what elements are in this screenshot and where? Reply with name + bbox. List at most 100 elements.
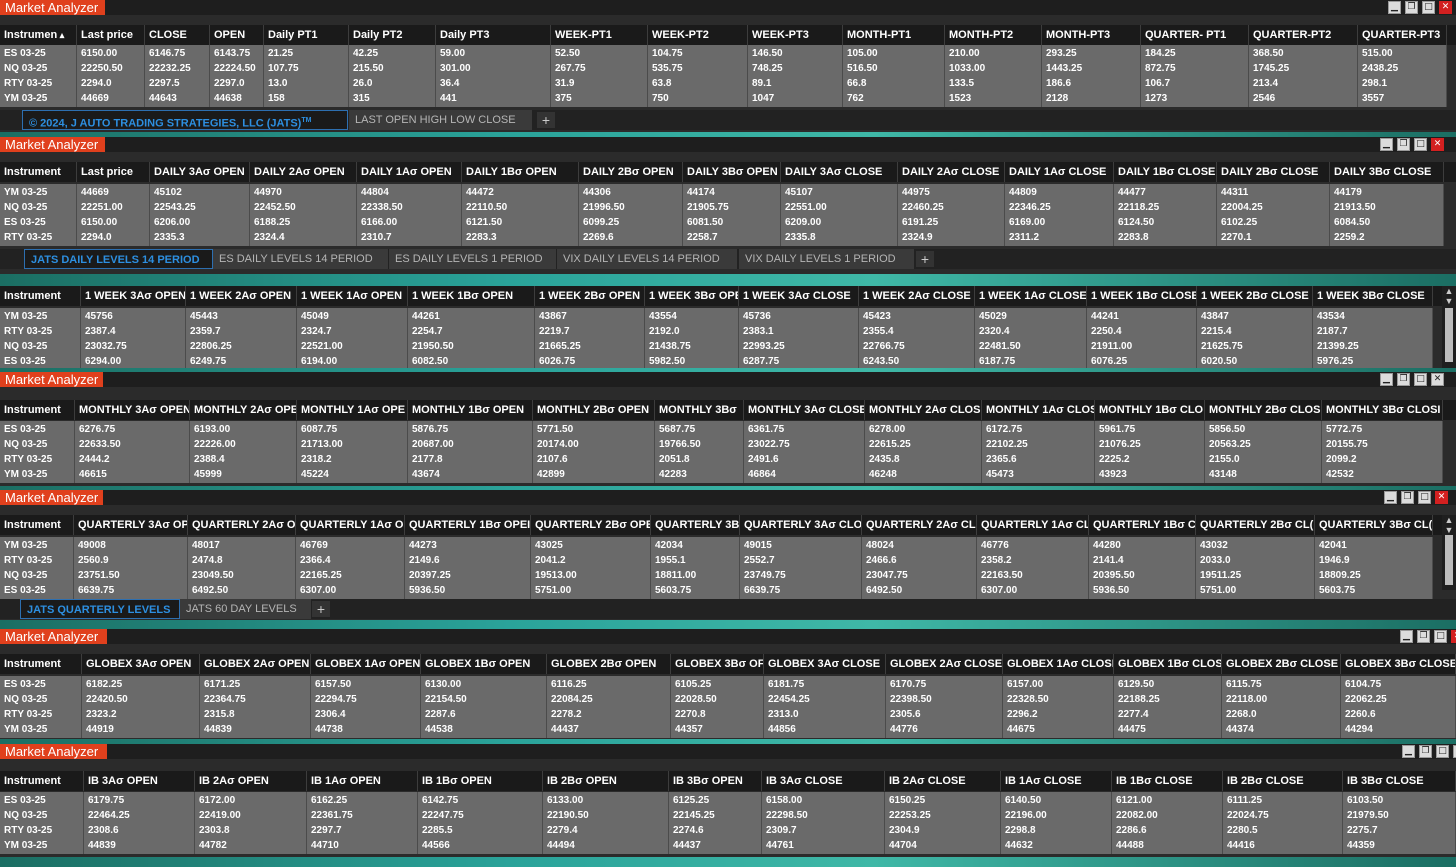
value-cell[interactable]: 516.50 (843, 61, 944, 76)
value-cell[interactable]: 6639.75 (740, 583, 861, 598)
value-cell[interactable]: 45049 (297, 309, 407, 324)
value-cell[interactable]: 375 (551, 91, 647, 106)
value-cell[interactable]: 44839 (200, 722, 310, 737)
value-cell[interactable]: 6150.00 (77, 46, 144, 61)
value-cell[interactable]: 515.00 (1358, 46, 1446, 61)
value-cell[interactable]: 22298.50 (762, 808, 884, 823)
value-cell[interactable]: 2192.0 (645, 324, 738, 339)
value-cell[interactable]: 21076.25 (1095, 437, 1204, 452)
add-tab-button[interactable]: + (312, 601, 330, 617)
value-cell[interactable]: 49015 (740, 538, 861, 553)
value-cell[interactable]: 2258.7 (683, 230, 780, 245)
sort-asc-icon[interactable]: ▴ (57, 30, 65, 40)
value-cell[interactable]: 872.75 (1141, 61, 1248, 76)
value-cell[interactable]: 44704 (885, 838, 1000, 853)
value-cell[interactable]: 2310.7 (357, 230, 461, 245)
value-cell[interactable]: 22163.50 (977, 568, 1088, 583)
column-header[interactable]: DAILY 2Bσ CLOSE (1217, 162, 1330, 182)
value-cell[interactable]: 184.25 (1141, 46, 1248, 61)
value-cell[interactable]: 6294.00 (81, 354, 185, 368)
value-cell[interactable]: 6020.50 (1197, 354, 1312, 368)
value-cell[interactable]: 44632 (1001, 838, 1111, 853)
value-cell[interactable]: 6172.00 (195, 793, 306, 808)
column-header[interactable]: GLOBEX 3Bσ CLOSE (1341, 654, 1456, 674)
value-cell[interactable]: 6243.50 (859, 354, 974, 368)
instrument-cell[interactable]: RTY 03-25 (0, 553, 73, 568)
value-cell[interactable]: 2294.0 (77, 76, 144, 91)
value-cell[interactable]: 2259.2 (1330, 230, 1443, 245)
value-cell[interactable]: 22110.50 (462, 200, 578, 215)
value-cell[interactable]: 2313.0 (764, 707, 885, 722)
value-cell[interactable]: 21979.50 (1343, 808, 1455, 823)
value-cell[interactable]: 20687.00 (408, 437, 532, 452)
value-cell[interactable]: 5771.50 (533, 422, 654, 437)
value-cell[interactable]: 6143.75 (210, 46, 263, 61)
value-cell[interactable]: 2033.0 (1196, 553, 1314, 568)
value-cell[interactable]: 6158.00 (762, 793, 884, 808)
value-cell[interactable]: 22419.00 (195, 808, 306, 823)
value-cell[interactable]: 2270.8 (671, 707, 763, 722)
column-header[interactable]: DAILY 2Aσ OPEN (250, 162, 357, 182)
column-header[interactable]: Instrument (0, 515, 74, 535)
column-header[interactable]: MONTHLY 1Bσ OPEN (408, 400, 533, 420)
value-cell[interactable]: 1745.25 (1249, 61, 1357, 76)
value-cell[interactable]: 2298.8 (1001, 823, 1111, 838)
value-cell[interactable]: 22024.75 (1223, 808, 1342, 823)
value-cell[interactable]: 2269.6 (579, 230, 682, 245)
restore-icon[interactable]: ❐ (1419, 745, 1432, 758)
value-cell[interactable]: 6150.00 (77, 215, 149, 230)
value-cell[interactable]: 44566 (418, 838, 542, 853)
column-header[interactable]: MONTH-PT2 (945, 25, 1042, 45)
value-cell[interactable]: 44669 (77, 185, 149, 200)
value-cell[interactable]: 105.00 (843, 46, 944, 61)
value-cell[interactable]: 2041.2 (531, 553, 650, 568)
value-cell[interactable]: 44179 (1330, 185, 1443, 200)
workspace-tab[interactable]: ES DAILY LEVELS 1 PERIOD (389, 249, 556, 269)
close-icon[interactable]: ✕ (1439, 1, 1452, 14)
column-header[interactable]: IB 3Bσ CLOSE (1343, 771, 1456, 791)
value-cell[interactable]: 45102 (150, 185, 249, 200)
value-cell[interactable]: 2270.1 (1217, 230, 1329, 245)
value-cell[interactable]: 106.7 (1141, 76, 1248, 91)
close-icon[interactable]: ✕ (1431, 373, 1444, 386)
value-cell[interactable]: 2297.0 (210, 76, 263, 91)
value-cell[interactable]: 6111.25 (1223, 793, 1342, 808)
column-header[interactable]: Instrument (0, 654, 82, 674)
column-header[interactable]: QUARTERLY 2Aσ CL( (862, 515, 977, 535)
workspace-tab[interactable]: VIX DAILY LEVELS 14 PERIOD (557, 249, 737, 269)
value-cell[interactable]: 368.50 (1249, 46, 1357, 61)
value-cell[interactable]: 22145.25 (669, 808, 761, 823)
value-cell[interactable]: 42899 (533, 467, 654, 482)
instrument-cell[interactable]: NQ 03-25 (0, 61, 76, 76)
value-cell[interactable]: 2294.0 (77, 230, 149, 245)
value-cell[interactable]: 6307.00 (977, 583, 1088, 598)
value-cell[interactable]: 2320.4 (975, 324, 1086, 339)
column-header[interactable]: QUARTER- PT1 (1141, 25, 1249, 45)
value-cell[interactable]: 19511.25 (1196, 568, 1314, 583)
value-cell[interactable]: 22294.75 (311, 692, 420, 707)
column-header[interactable]: MONTH-PT3 (1042, 25, 1141, 45)
column-header[interactable]: Last price (77, 25, 145, 45)
value-cell[interactable]: 146.50 (748, 46, 842, 61)
column-header[interactable]: MONTHLY 2Aσ OPE (190, 400, 297, 420)
value-cell[interactable]: 2286.6 (1112, 823, 1222, 838)
instrument-cell[interactable]: RTY 03-25 (0, 707, 81, 722)
value-cell[interactable]: 22452.50 (250, 200, 356, 215)
value-cell[interactable]: 45999 (190, 467, 296, 482)
value-cell[interactable]: 44306 (579, 185, 682, 200)
instrument-cell[interactable]: NQ 03-25 (0, 808, 83, 823)
value-cell[interactable]: 6181.75 (764, 677, 885, 692)
column-header[interactable]: IB 2Aσ OPEN (195, 771, 307, 791)
value-cell[interactable]: 45443 (186, 309, 296, 324)
value-cell[interactable]: 6209.00 (781, 215, 897, 230)
column-header[interactable]: Instrument (0, 286, 81, 306)
value-cell[interactable]: 2335.3 (150, 230, 249, 245)
column-header[interactable]: IB 1Bσ CLOSE (1112, 771, 1223, 791)
value-cell[interactable]: 2359.7 (186, 324, 296, 339)
window-titlebar[interactable]: Market Analyzer▁❐□✕ (0, 744, 1456, 759)
instrument-cell[interactable]: ES 03-25 (0, 422, 74, 437)
value-cell[interactable]: 2297.5 (145, 76, 209, 91)
minimize-icon[interactable]: ▁ (1400, 630, 1413, 643)
value-cell[interactable]: 2275.7 (1343, 823, 1455, 838)
value-cell[interactable]: 2250.4 (1087, 324, 1196, 339)
